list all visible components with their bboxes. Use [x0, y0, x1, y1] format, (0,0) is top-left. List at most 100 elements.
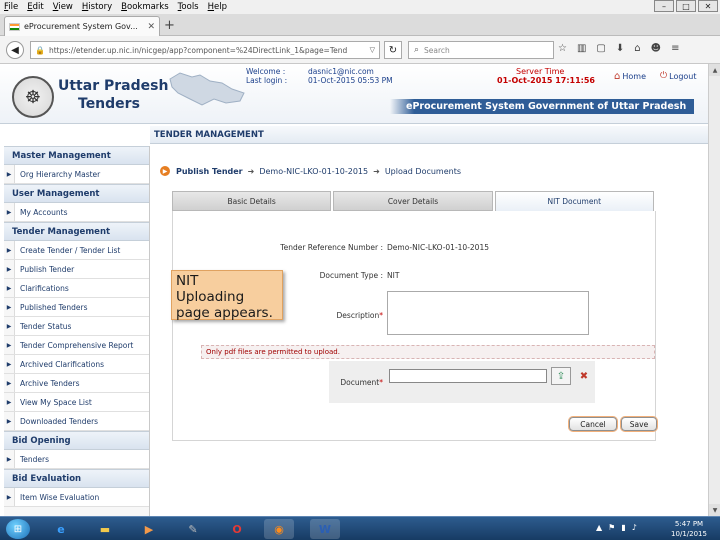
- sidebar-item-published-tenders[interactable]: ▶ Published Tenders: [4, 298, 149, 317]
- internet-explorer-icon[interactable]: e: [46, 519, 76, 539]
- clock-date: 10/1/2015: [671, 530, 707, 538]
- home-toolbar-icon[interactable]: ⌂: [634, 43, 640, 54]
- search-input[interactable]: ⌕ Search: [408, 41, 554, 59]
- tab-nit-document[interactable]: NIT Document: [494, 191, 654, 211]
- hamburger-menu-icon[interactable]: ≡: [671, 43, 679, 54]
- sidebar-item-tender-status[interactable]: ▶ Tender Status: [4, 317, 149, 336]
- browser-menu-bar: File Edit View History Bookmarks Tools H…: [0, 0, 720, 14]
- chevron-right-icon: ▶: [6, 493, 12, 501]
- page-scrollbar[interactable]: ▲ ▼: [708, 64, 720, 516]
- menu-history[interactable]: History: [82, 2, 112, 12]
- menu-file[interactable]: File: [4, 2, 18, 12]
- up-map-icon: [169, 72, 245, 106]
- sidebar-item-label: My Accounts: [14, 203, 149, 221]
- sidebar-item-clarifications[interactable]: ▶ Clarifications: [4, 279, 149, 298]
- logout-link[interactable]: ⏻ Logout: [660, 71, 697, 81]
- network-icon[interactable]: ▮: [621, 523, 625, 532]
- breadcrumb-item-publish-tender[interactable]: Publish Tender: [176, 167, 243, 176]
- sidebar-item-org-hierarchy[interactable]: ▶ Org Hierarchy Master: [4, 165, 149, 184]
- windows-start-icon[interactable]: ⊞: [6, 519, 30, 539]
- document-file-input[interactable]: [389, 369, 547, 383]
- description-textarea[interactable]: [387, 291, 589, 335]
- firefox-icon[interactable]: ◉: [264, 519, 294, 539]
- sidebar-item-label: Item Wise Evaluation: [14, 488, 149, 506]
- url-bar[interactable]: 🔒 https://etender.up.nic.in/nicgep/app?c…: [30, 41, 380, 59]
- media-player-icon[interactable]: ▶: [134, 519, 164, 539]
- chevron-right-icon: ▶: [6, 208, 12, 216]
- cancel-button[interactable]: Cancel: [569, 417, 617, 431]
- menu-view[interactable]: View: [53, 2, 73, 12]
- sidebar-item-downloaded-tenders[interactable]: ▶ Downloaded Tenders: [4, 412, 149, 431]
- delete-file-icon[interactable]: ✖: [575, 367, 593, 385]
- volume-icon[interactable]: ♪: [632, 523, 637, 532]
- tab-cover-details[interactable]: Cover Details: [333, 191, 493, 211]
- menu-help[interactable]: Help: [208, 2, 227, 12]
- sidebar-item-create-tender[interactable]: ▶ Create Tender / Tender List: [4, 241, 149, 260]
- welcome-value: dasnic1@nic.com: [308, 67, 374, 76]
- toolbar-icons: ☆ ▥ ▢ ⬇ ⌂ ☻ ≡: [558, 43, 679, 54]
- file-explorer-icon[interactable]: ▬: [90, 519, 120, 539]
- sidebar-item-my-space[interactable]: ▶ View My Space List: [4, 393, 149, 412]
- tab-basic-details[interactable]: Basic Details: [172, 191, 332, 211]
- sidebar-item-my-accounts[interactable]: ▶ My Accounts: [4, 203, 149, 222]
- sidebar-item-label: Archive Tenders: [14, 374, 149, 392]
- upload-icon[interactable]: ⇪: [551, 367, 571, 385]
- bookmark-star-icon[interactable]: ☆: [558, 43, 567, 54]
- menu-edit[interactable]: Edit: [27, 2, 43, 12]
- action-center-icon[interactable]: ⚑: [608, 523, 615, 532]
- breadcrumb-item-upload-documents: Upload Documents: [384, 166, 462, 176]
- taskbar-clock[interactable]: 5:47 PM 10/1/2015: [664, 519, 714, 539]
- browser-tab[interactable]: eProcurement System Gov... ✕: [4, 16, 160, 36]
- word-icon[interactable]: W: [310, 519, 340, 539]
- tab-title: eProcurement System Gov...: [24, 22, 138, 31]
- sidebar-section-bid-evaluation[interactable]: Bid Evaluation: [4, 469, 149, 488]
- save-button[interactable]: Save: [621, 417, 657, 431]
- tray-arrow-icon[interactable]: ▲: [596, 523, 602, 532]
- search-placeholder: Search: [424, 45, 450, 55]
- maximize-button[interactable]: □: [676, 0, 696, 12]
- brand-line-1: Uttar Pradesh: [58, 78, 169, 94]
- close-window-button[interactable]: ✕: [698, 0, 718, 12]
- system-tray: ▲ ⚑ ▮ ♪: [596, 523, 637, 532]
- scroll-up-icon[interactable]: ▲: [709, 64, 720, 76]
- system-name: eProcurement System Government of Uttar …: [390, 99, 695, 114]
- sidebar-item-label: Published Tenders: [14, 298, 149, 316]
- sidebar-section-user[interactable]: User Management: [4, 184, 149, 203]
- sidebar-item-item-wise-evaluation[interactable]: ▶ Item Wise Evaluation: [4, 488, 149, 507]
- opera-icon[interactable]: O: [222, 519, 252, 539]
- sidebar-item-archived-clarifications[interactable]: ▶ Archived Clarifications: [4, 355, 149, 374]
- last-login-value: 01-Oct-2015 05:53 PM: [308, 76, 393, 85]
- sidebar-item-comprehensive-report[interactable]: ▶ Tender Comprehensive Report: [4, 336, 149, 355]
- home-link[interactable]: ⌂ Home: [614, 71, 646, 82]
- callout-line-2: Uploading: [176, 289, 245, 305]
- sidebar-item-label: Tender Comprehensive Report: [14, 336, 149, 354]
- arrow-right-circle-icon: ▶: [160, 166, 170, 176]
- browser-nav-bar: ◀ 🔒 https://etender.up.nic.in/nicgep/app…: [0, 36, 720, 64]
- reload-icon[interactable]: ↻: [384, 41, 402, 59]
- pocket-icon[interactable]: ▢: [596, 43, 605, 54]
- close-tab-icon[interactable]: ✕: [147, 22, 155, 32]
- download-icon[interactable]: ⬇: [616, 43, 624, 54]
- menu-tools[interactable]: Tools: [178, 2, 199, 12]
- back-icon[interactable]: ◀: [6, 41, 24, 59]
- clock-time: 5:47 PM: [674, 520, 704, 528]
- breadcrumb-item-tender-ref[interactable]: Demo-NIC-LKO-01-10-2015: [259, 167, 368, 176]
- sidebar-item-publish-tender[interactable]: ▶ Publish Tender: [4, 260, 149, 279]
- chevron-right-icon: ▶: [6, 265, 12, 273]
- callout-line-3: page appears.: [176, 305, 273, 321]
- required-marker: *: [379, 378, 383, 387]
- window-controls: – □ ✕: [654, 0, 718, 12]
- reading-list-icon[interactable]: ▥: [577, 43, 586, 54]
- sidebar-item-archive-tenders[interactable]: ▶ Archive Tenders: [4, 374, 149, 393]
- new-tab-icon[interactable]: +: [164, 18, 175, 33]
- sidebar-section-bid-opening[interactable]: Bid Opening: [4, 431, 149, 450]
- url-dropdown-icon[interactable]: ▽: [370, 46, 375, 54]
- sidebar-section-master[interactable]: Master Management: [4, 146, 149, 165]
- paint-icon[interactable]: ✎: [178, 519, 208, 539]
- sidebar-item-tenders[interactable]: ▶ Tenders: [4, 450, 149, 469]
- chat-icon[interactable]: ☻: [651, 43, 661, 54]
- sidebar-section-tender[interactable]: Tender Management: [4, 222, 149, 241]
- minimize-button[interactable]: –: [654, 0, 674, 12]
- scroll-down-icon[interactable]: ▼: [709, 504, 720, 516]
- menu-bookmarks[interactable]: Bookmarks: [121, 2, 169, 12]
